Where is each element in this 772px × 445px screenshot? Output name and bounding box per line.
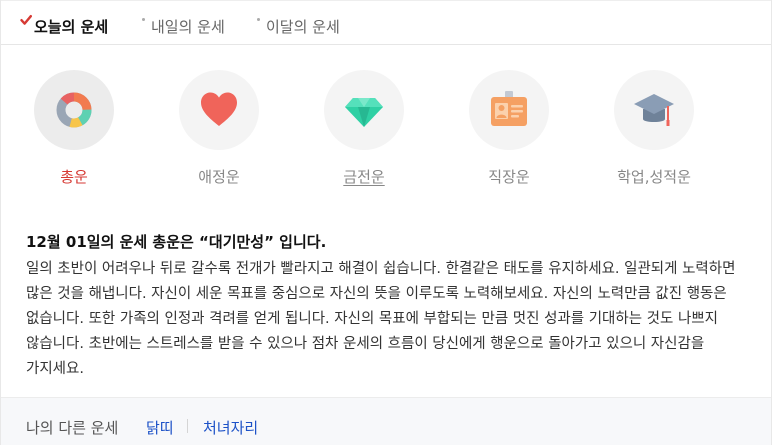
graduation-cap-icon (634, 94, 674, 126)
category-love-label: 애정운 (198, 168, 240, 186)
category-love[interactable]: 애정운 (164, 70, 274, 186)
star-sign-virgo-link[interactable]: 처녀자리 (203, 417, 258, 438)
diamond-icon (345, 98, 383, 127)
category-money-circle (324, 70, 404, 150)
category-total[interactable]: 총운 (19, 70, 129, 186)
category-total-label: 총운 (60, 168, 88, 186)
category-money[interactable]: 금전운 (309, 70, 419, 186)
fortune-body: 일의 초반이 어려우나 뒤로 갈수록 전개가 빨라지고 해결이 쉽습니다. 한결… (26, 261, 736, 377)
category-study-circle (614, 70, 694, 150)
tab-tomorrow[interactable]: 내일의 운세 (142, 16, 225, 37)
bullet-icon (257, 18, 260, 21)
fortune-widget: 오늘의 운세 내일의 운세 이달의 운세 총운 애정운 금전운 직장운 학업,성… (0, 0, 772, 445)
category-study[interactable]: 학업,성적운 (599, 70, 709, 186)
heart-icon (201, 92, 237, 126)
fortune-headline: 12월 01일의 운세 총운은 “대기만성” 입니다. (26, 233, 327, 251)
category-study-label: 학업,성적운 (617, 168, 691, 186)
zodiac-rooster-link[interactable]: 닭띠 (146, 417, 174, 438)
id-badge-icon (491, 91, 527, 126)
category-work-circle (469, 70, 549, 150)
category-work[interactable]: 직장운 (454, 70, 564, 186)
fortune-tabs: 오늘의 운세 내일의 운세 이달의 운세 (1, 0, 771, 45)
donut-chart-icon (56, 92, 92, 128)
category-money-label: 금전운 (343, 168, 385, 186)
bullet-icon (142, 18, 145, 21)
category-work-label: 직장운 (488, 168, 530, 186)
category-total-circle (34, 70, 114, 150)
tab-month[interactable]: 이달의 운세 (257, 16, 340, 37)
footer-divider (187, 419, 188, 433)
tab-month-label: 이달의 운세 (266, 18, 340, 36)
tab-today-label: 오늘의 운세 (34, 18, 109, 36)
tab-tomorrow-label: 내일의 운세 (151, 18, 225, 36)
other-fortunes-label: 나의 다른 운세 (26, 419, 119, 437)
other-fortunes-footer: 나의 다른 운세 닭띠 처녀자리 (1, 397, 771, 445)
check-icon (20, 15, 32, 25)
category-love-circle (179, 70, 259, 150)
tab-today[interactable]: 오늘의 운세 (20, 15, 109, 37)
